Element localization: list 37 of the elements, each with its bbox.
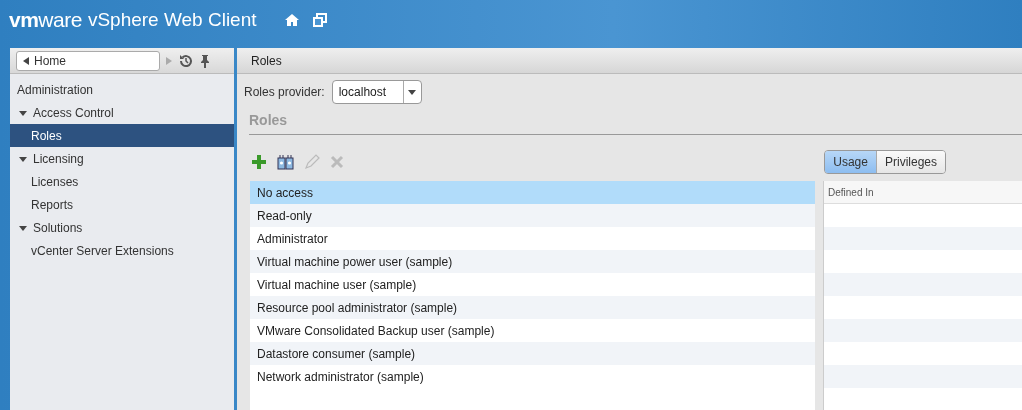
group-label: Solutions <box>33 220 83 235</box>
collapse-arrow-icon[interactable] <box>19 223 27 232</box>
back-arrow-icon <box>23 56 29 65</box>
sidebar-group[interactable]: Solutions <box>10 216 234 239</box>
role-row[interactable]: Read-only <box>250 204 815 227</box>
column-header: Defined In <box>824 181 1022 204</box>
home-icon[interactable] <box>284 13 299 27</box>
provider-dropdown[interactable]: localhost <box>331 80 422 104</box>
role-row[interactable]: Datastore consumer (sample) <box>250 342 815 365</box>
windows-icon[interactable] <box>312 13 327 27</box>
view-tab[interactable]: Privileges <box>875 151 945 173</box>
sidebar-item[interactable]: Roles <box>10 124 234 147</box>
role-row[interactable]: Resource pool administrator (sample) <box>250 296 815 319</box>
sidebar-item[interactable]: vCenter Server Extensions <box>10 239 234 262</box>
sidebar-group[interactable]: Licensing <box>10 147 234 170</box>
id-cards-icon[interactable] <box>277 153 294 171</box>
sidebar-item[interactable]: Reports <box>10 193 234 216</box>
view-tab[interactable]: Usage <box>825 151 876 173</box>
group-label: Access Control <box>33 105 114 120</box>
sidebar-group[interactable]: Access Control <box>10 101 234 124</box>
panel-title: Roles <box>237 48 1022 74</box>
sidebar-item[interactable]: Licenses <box>10 170 234 193</box>
add-icon[interactable] <box>251 154 267 170</box>
section-title: Roles <box>249 112 1022 135</box>
role-row[interactable]: Virtual machine power user (sample) <box>250 250 815 273</box>
provider-label: Roles provider: <box>244 85 325 99</box>
pin-icon[interactable] <box>200 53 210 68</box>
app-title: vSphere Web Client <box>87 9 257 31</box>
collapse-arrow-icon[interactable] <box>19 154 27 163</box>
collapse-arrow-icon[interactable] <box>19 108 27 117</box>
group-label: Licensing <box>33 151 84 166</box>
vmware-logo: vmware <box>9 8 82 32</box>
role-row[interactable]: No access <box>250 181 815 204</box>
back-button[interactable]: Home <box>16 50 160 71</box>
sidebar-heading: Administration <box>16 81 95 99</box>
history-icon[interactable] <box>178 52 194 69</box>
caret-icon <box>408 89 417 95</box>
